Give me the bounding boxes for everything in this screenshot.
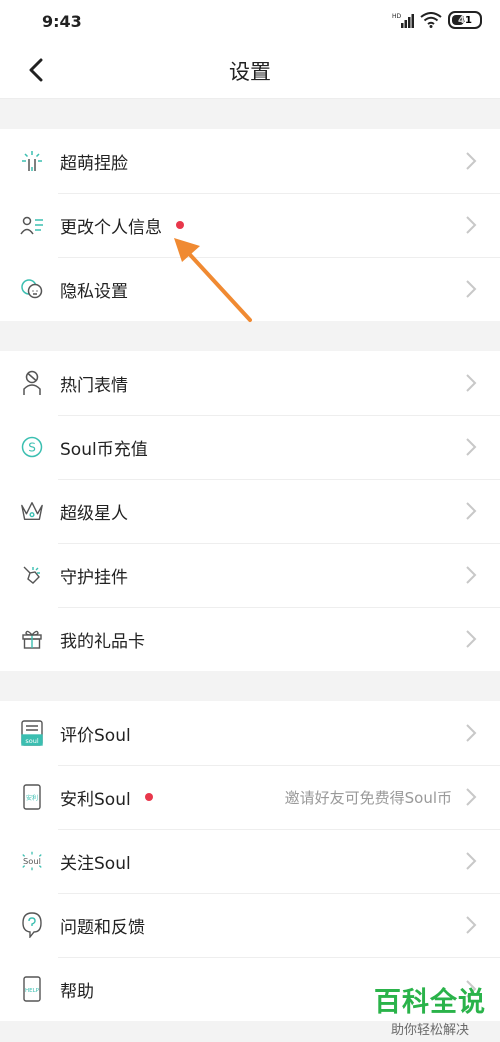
chevron-right-icon [466, 916, 477, 934]
status-bar: 9:43 HD 41 [0, 0, 500, 42]
svg-text:安利: 安利 [26, 794, 38, 802]
settings-item-follow-soul[interactable]: Soul 关注Soul [0, 829, 500, 893]
signal-icon: HD [392, 13, 414, 28]
settings-item-hot-stickers[interactable]: 热门表情 [0, 351, 500, 415]
item-label: 热门表情 [60, 375, 128, 396]
share-phone-icon: 安利 [20, 784, 44, 810]
chevron-right-icon [466, 216, 477, 234]
section-gap [0, 99, 500, 129]
battery-level: 41 [458, 14, 472, 26]
settings-item-gift-card[interactable]: 我的礼品卡 [0, 607, 500, 671]
invite-hint: 邀请好友可免费得Soul币 [284, 788, 452, 807]
item-label: 安利Soul [60, 789, 131, 810]
gift-icon [20, 627, 44, 651]
crown-icon [20, 499, 44, 523]
settings-group-about: soul 评价Soul 安利 安利Soul 邀请好友可免费得Soul币 Soul [0, 701, 500, 1021]
guard-pendant-icon [20, 563, 44, 587]
settings-item-edit-profile[interactable]: 更改个人信息 [0, 193, 500, 257]
chevron-right-icon [466, 280, 477, 298]
settings-group-features: 热门表情 S Soul币充值 超级星人 守护挂件 我的礼品卡 [0, 351, 500, 671]
sticker-person-icon [20, 370, 44, 395]
item-label: 问题和反馈 [60, 917, 145, 938]
item-label: 关注Soul [60, 853, 131, 874]
item-label: Soul币充值 [60, 439, 148, 460]
section-gap [0, 321, 500, 351]
settings-item-guard-pendant[interactable]: 守护挂件 [0, 543, 500, 607]
profile-list-icon [20, 213, 44, 237]
item-label: 隐私设置 [60, 281, 128, 302]
watermark-subtitle: 助你轻松解决 [390, 1023, 469, 1038]
chevron-right-icon [466, 566, 477, 584]
item-label: 评价Soul [60, 725, 131, 746]
privacy-faces-icon [20, 277, 44, 301]
settings-item-feedback[interactable]: 问题和反馈 [0, 893, 500, 957]
status-icons: HD 41 [392, 11, 482, 29]
svg-text:HELP: HELP [25, 988, 40, 994]
svg-text:soul: soul [25, 737, 38, 745]
question-bubble-icon [20, 912, 44, 938]
chevron-right-icon [466, 438, 477, 456]
item-label: 超萌捏脸 [60, 153, 128, 174]
chevron-right-icon [466, 724, 477, 742]
item-label: 守护挂件 [60, 567, 128, 588]
settings-item-privacy[interactable]: 隐私设置 [0, 257, 500, 321]
item-label: 我的礼品卡 [60, 631, 145, 652]
item-label: 超级星人 [60, 503, 128, 524]
follow-soul-icon: Soul [20, 849, 44, 873]
settings-item-super-star[interactable]: 超级星人 [0, 479, 500, 543]
section-gap [0, 671, 500, 701]
chevron-right-icon [466, 374, 477, 392]
watermark-logo: 百科全说 助你轻松解决 [374, 980, 486, 1038]
svg-text:Soul: Soul [23, 856, 41, 866]
item-label: 帮助 [60, 981, 94, 1002]
soul-coin-icon: S [20, 435, 44, 459]
help-phone-icon: HELP [20, 976, 44, 1002]
settings-item-rate-soul[interactable]: soul 评价Soul [0, 701, 500, 765]
chevron-right-icon [466, 788, 477, 806]
notification-dot [176, 221, 184, 229]
status-time: 9:43 [42, 12, 82, 31]
watermark-title: 百科全说 [374, 987, 486, 1018]
svg-text:S: S [28, 441, 36, 455]
page-title: 设置 [229, 60, 271, 84]
chevron-right-icon [466, 852, 477, 870]
settings-item-coin-recharge[interactable]: S Soul币充值 [0, 415, 500, 479]
nav-bar: 设置 [0, 42, 500, 99]
settings-item-share-soul[interactable]: 安利 安利Soul 邀请好友可免费得Soul币 [0, 765, 500, 829]
chevron-right-icon [466, 502, 477, 520]
chevron-right-icon [466, 630, 477, 648]
face-sparkle-icon [20, 149, 44, 173]
chevron-right-icon [466, 152, 477, 170]
svg-text:HD: HD [392, 13, 402, 20]
settings-group-profile: 超萌捏脸 更改个人信息 隐私设置 [0, 129, 500, 321]
settings-item-face-edit[interactable]: 超萌捏脸 [0, 129, 500, 193]
battery-icon: 41 [448, 11, 482, 29]
wifi-icon [420, 12, 442, 28]
notification-dot [144, 793, 153, 801]
item-label: 更改个人信息 [60, 217, 162, 238]
rate-soul-icon: soul [20, 720, 44, 746]
